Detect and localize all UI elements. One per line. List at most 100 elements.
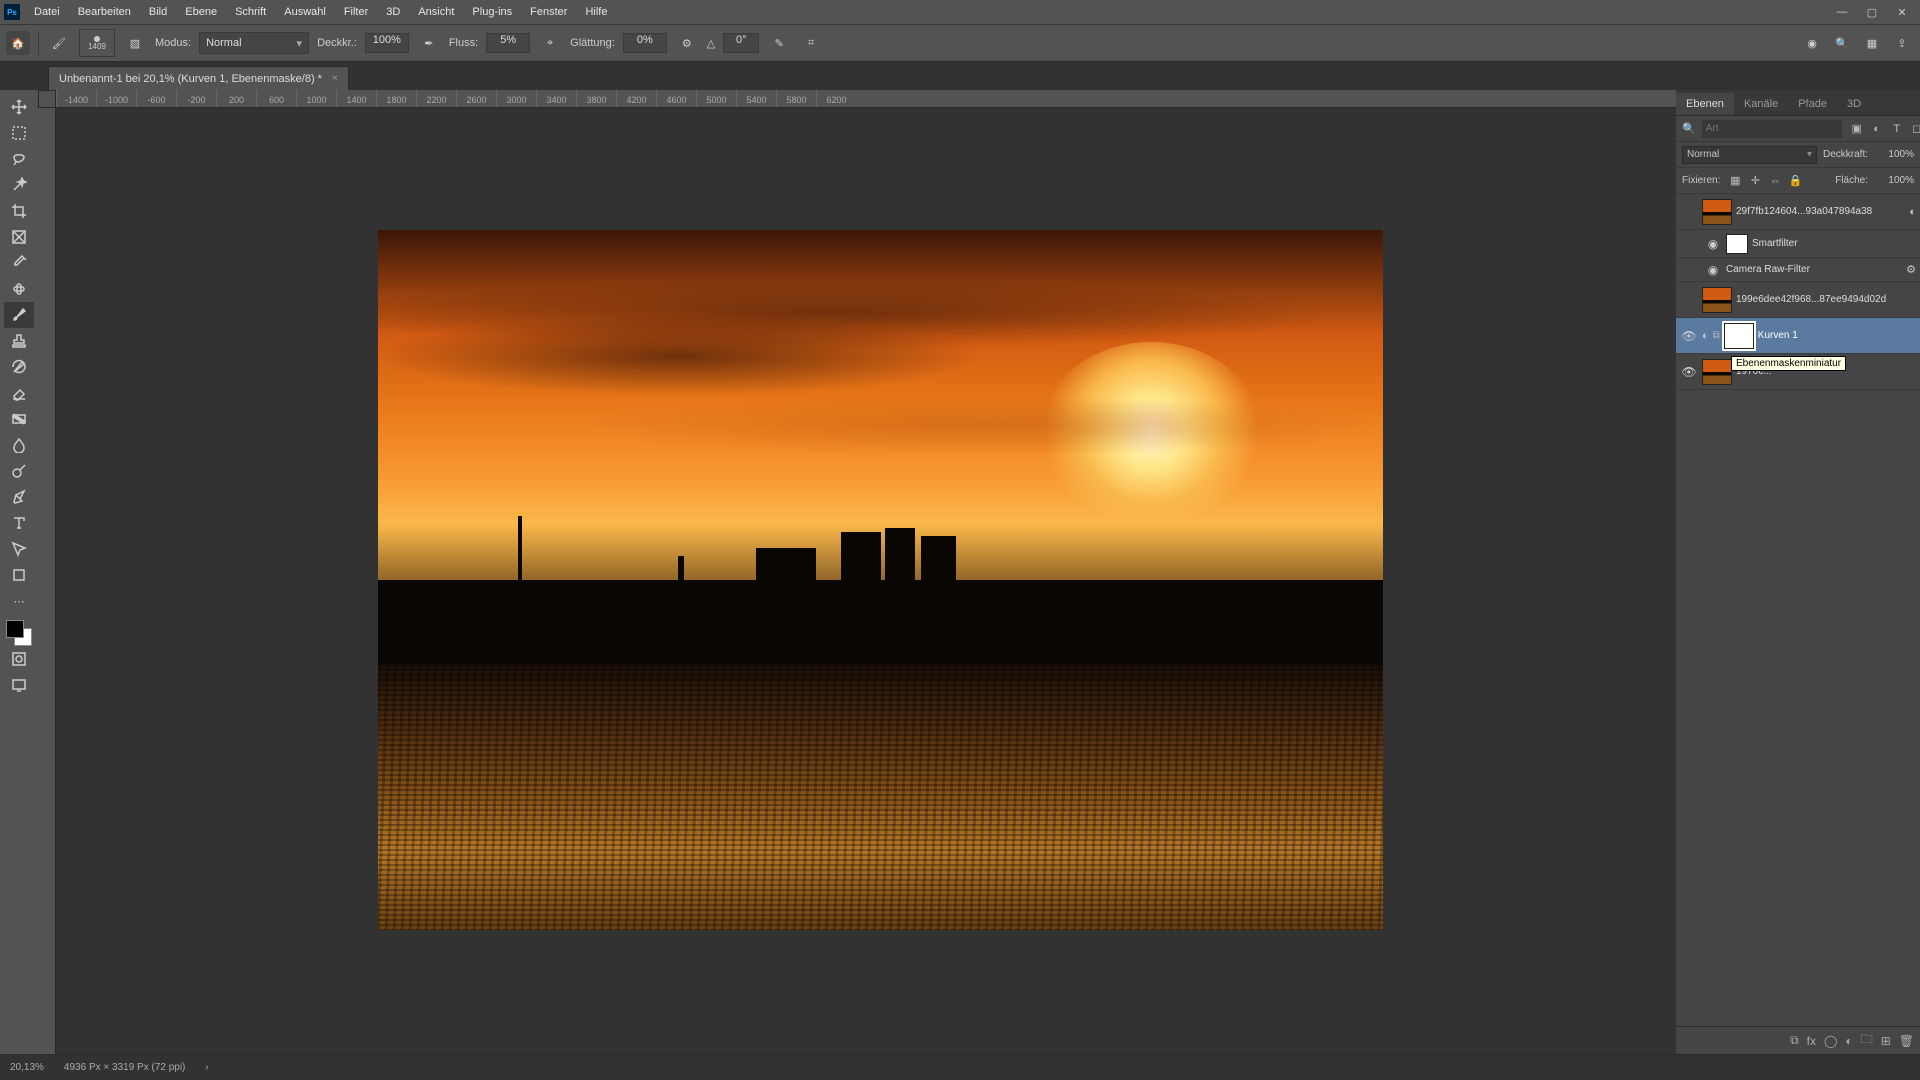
- layer-row[interactable]: 👁 1970c... Ebenenmaskenminiatur: [1676, 354, 1920, 390]
- menu-select[interactable]: Auswahl: [276, 3, 334, 21]
- menu-plugins[interactable]: Plug-ins: [464, 3, 520, 21]
- dodge-tool[interactable]: [4, 458, 34, 484]
- layer-thumb[interactable]: [1702, 359, 1732, 385]
- lock-artboard-icon[interactable]: ⇔: [1766, 172, 1784, 190]
- mask-thumb[interactable]: [1726, 234, 1748, 254]
- smoothing-input[interactable]: 0%: [623, 33, 667, 53]
- lasso-tool[interactable]: [4, 146, 34, 172]
- group-icon[interactable]: 🗀: [1861, 1030, 1873, 1051]
- share-icon[interactable]: ⇪: [1890, 31, 1914, 55]
- move-tool[interactable]: [4, 94, 34, 120]
- blend-mode-select[interactable]: Normal: [199, 32, 309, 54]
- airbrush-icon[interactable]: ⌖: [538, 31, 562, 55]
- document-canvas[interactable]: [378, 230, 1383, 930]
- layer-row[interactable]: 👁 ◐ ⧉ Kurven 1: [1676, 318, 1920, 354]
- layer-row[interactable]: 29f7fb124604...93a047894a38 ◐: [1676, 194, 1920, 230]
- search-icon[interactable]: 🔍: [1830, 31, 1854, 55]
- brush-settings-icon[interactable]: ▧: [123, 31, 147, 55]
- menu-image[interactable]: Bild: [141, 3, 175, 21]
- blend-mode-select[interactable]: Normal: [1682, 146, 1817, 164]
- layer-name[interactable]: 199e6dee42f968...87ee9494d02d: [1736, 294, 1916, 305]
- layer-row[interactable]: ◉ Smartfilter: [1676, 230, 1920, 258]
- angle-input[interactable]: 0°: [723, 33, 759, 53]
- opacity-input[interactable]: 100%: [365, 33, 409, 53]
- smoothing-options-icon[interactable]: ⚙: [675, 31, 699, 55]
- marquee-tool[interactable]: [4, 120, 34, 146]
- menu-window[interactable]: Fenster: [522, 3, 575, 21]
- color-swatch[interactable]: [6, 620, 32, 646]
- tool-preset-icon[interactable]: 🖌: [47, 31, 71, 55]
- shape-tool[interactable]: [4, 562, 34, 588]
- history-brush-tool[interactable]: [4, 354, 34, 380]
- crop-tool[interactable]: [4, 198, 34, 224]
- workspace-icon[interactable]: ▦: [1860, 31, 1884, 55]
- layer-name[interactable]: 29f7fb124604...93a047894a38: [1736, 206, 1905, 217]
- mask-icon[interactable]: ◯: [1824, 1034, 1837, 1048]
- flow-input[interactable]: 5%: [486, 33, 530, 53]
- adjustment-icon[interactable]: ◐: [1845, 1034, 1852, 1048]
- quickmask-tool[interactable]: [4, 646, 34, 672]
- filter-pixel-icon[interactable]: ▣: [1848, 120, 1866, 138]
- home-button[interactable]: 🏠: [6, 31, 30, 55]
- layer-name[interactable]: Kurven 1: [1758, 330, 1916, 341]
- close-button[interactable]: ✕: [1888, 2, 1916, 22]
- lock-pixels-icon[interactable]: ▦: [1726, 172, 1744, 190]
- search-icon[interactable]: 🔍: [1682, 122, 1696, 135]
- visibility-toggle[interactable]: ◉: [1704, 237, 1722, 251]
- document-tab[interactable]: Unbenannt-1 bei 20,1% (Kurven 1, Ebenenm…: [48, 66, 349, 90]
- menu-edit[interactable]: Bearbeiten: [70, 3, 139, 21]
- filter-adj-icon[interactable]: ◐: [1868, 120, 1886, 138]
- canvas-area[interactable]: -1400-1000-600-2002006001000140018002200…: [38, 90, 1676, 1054]
- filter-name[interactable]: Camera Raw-Filter: [1726, 264, 1902, 275]
- frame-tool[interactable]: [4, 224, 34, 250]
- tablet-pressure-icon[interactable]: ✎: [767, 31, 791, 55]
- menu-filter[interactable]: Filter: [336, 3, 376, 21]
- more-tools[interactable]: ⋯: [4, 588, 34, 614]
- tab-paths[interactable]: Pfade: [1788, 93, 1837, 115]
- wand-tool[interactable]: [4, 172, 34, 198]
- tab-layers[interactable]: Ebenen: [1676, 93, 1734, 115]
- doc-info[interactable]: 4936 Px × 3319 Px (72 ppi): [64, 1062, 185, 1073]
- heal-tool[interactable]: [4, 276, 34, 302]
- layer-thumb[interactable]: [1702, 287, 1732, 313]
- menu-view[interactable]: Ansicht: [410, 3, 462, 21]
- filter-options-icon[interactable]: ⚙: [1906, 263, 1916, 276]
- layer-row[interactable]: 199e6dee42f968...87ee9494d02d: [1676, 282, 1920, 318]
- stamp-tool[interactable]: [4, 328, 34, 354]
- brush-tool[interactable]: [4, 302, 34, 328]
- fill-value[interactable]: 100%: [1874, 175, 1914, 186]
- menu-3d[interactable]: 3D: [378, 3, 408, 21]
- link-layers-icon[interactable]: ⧉: [1790, 1033, 1799, 1048]
- cloud-docs-icon[interactable]: ◉: [1800, 31, 1824, 55]
- eraser-tool[interactable]: [4, 380, 34, 406]
- visibility-toggle[interactable]: ◉: [1704, 263, 1722, 277]
- blur-tool[interactable]: [4, 432, 34, 458]
- link-icon[interactable]: ⧉: [1713, 330, 1720, 341]
- layer-row[interactable]: ◉ Camera Raw-Filter ⚙: [1676, 258, 1920, 282]
- path-tool[interactable]: [4, 536, 34, 562]
- layer-filter-input[interactable]: [1702, 120, 1842, 138]
- menu-help[interactable]: Hilfe: [577, 3, 615, 21]
- doc-info-arrow[interactable]: ›: [205, 1062, 208, 1073]
- pen-tool[interactable]: [4, 484, 34, 510]
- visibility-toggle[interactable]: 👁: [1680, 329, 1698, 343]
- tab-channels[interactable]: Kanäle: [1734, 93, 1788, 115]
- opacity-pressure-icon[interactable]: ✒: [417, 31, 441, 55]
- lock-position-icon[interactable]: ✛: [1746, 172, 1764, 190]
- mask-thumb[interactable]: [1724, 323, 1754, 349]
- maximize-button[interactable]: ▢: [1858, 2, 1886, 22]
- fx-icon[interactable]: fx: [1807, 1034, 1816, 1048]
- gradient-tool[interactable]: [4, 406, 34, 432]
- minimize-button[interactable]: —: [1828, 2, 1856, 22]
- type-tool[interactable]: [4, 510, 34, 536]
- fg-color[interactable]: [6, 620, 24, 638]
- delete-icon[interactable]: 🗑: [1899, 1034, 1914, 1048]
- symmetry-icon[interactable]: ⌗: [799, 31, 823, 55]
- screenmode-tool[interactable]: [4, 672, 34, 698]
- menu-layer[interactable]: Ebene: [177, 3, 225, 21]
- filter-shape-icon[interactable]: ◻: [1908, 120, 1920, 138]
- layer-thumb[interactable]: [1702, 199, 1732, 225]
- brush-preset-picker[interactable]: 1409: [79, 29, 115, 57]
- tab-3d[interactable]: 3D: [1837, 93, 1871, 115]
- lock-all-icon[interactable]: 🔒: [1786, 172, 1804, 190]
